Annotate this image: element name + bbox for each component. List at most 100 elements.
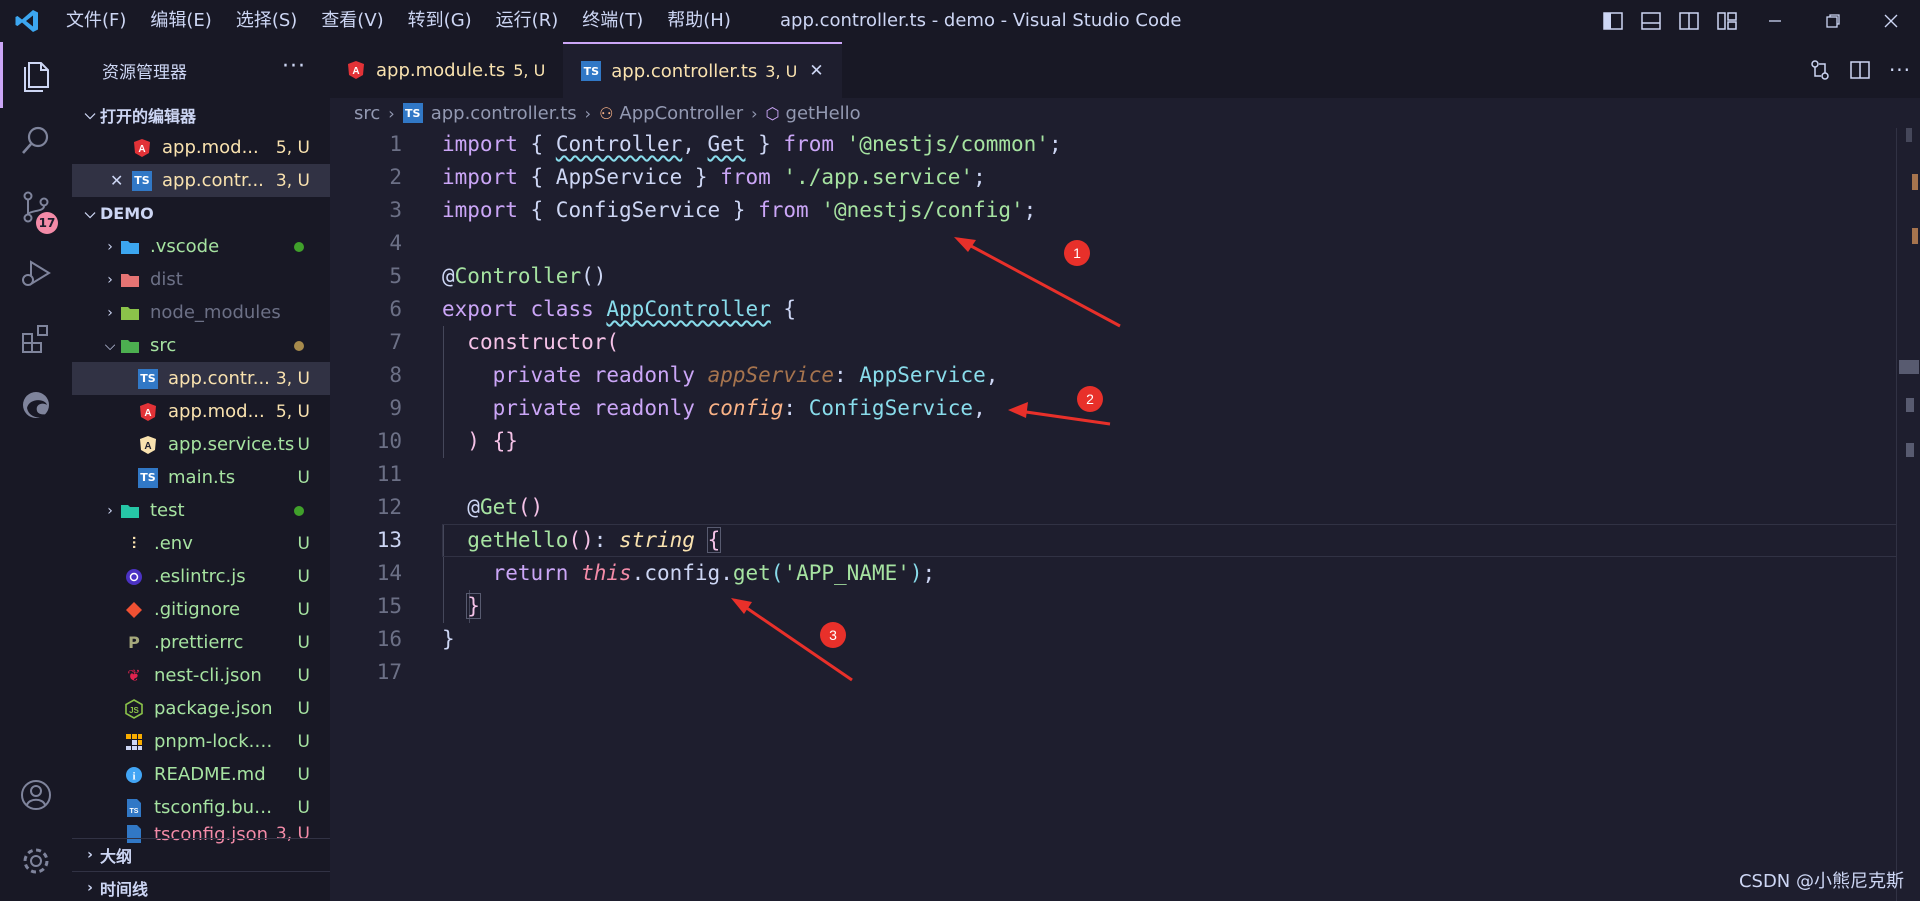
explorer-header: 资源管理器 ···	[72, 42, 330, 98]
tree-file-app-module[interactable]: A app.mod... 5, U	[72, 395, 330, 428]
breadcrumb-src[interactable]: src	[354, 103, 380, 124]
menu-run[interactable]: 运行(R)	[484, 0, 571, 42]
close-window-icon[interactable]	[1862, 0, 1920, 42]
file-status: U	[297, 533, 310, 554]
tree-file-app-service[interactable]: A app.service.ts U	[72, 428, 330, 461]
breadcrumb-file[interactable]: TS app.controller.ts	[402, 103, 577, 124]
split-editor-icon[interactable]	[1840, 42, 1880, 98]
project-section[interactable]: ⌵ DEMO	[72, 197, 330, 230]
test-folder-icon	[120, 501, 140, 521]
scrollbar-marker	[1912, 174, 1918, 190]
tree-folder-dist[interactable]: › dist	[72, 263, 330, 296]
chevron-right-icon: ›	[388, 103, 395, 123]
toggle-panel-icon[interactable]	[1632, 0, 1670, 42]
open-editor-item[interactable]: A app.mod... 5, U	[72, 131, 330, 164]
open-editors-section[interactable]: ⌵ 打开的编辑器	[72, 98, 330, 131]
chevron-down-icon: ⌵	[84, 205, 96, 222]
extensions-icon[interactable]	[0, 306, 72, 372]
nest-file-icon: ❦	[127, 666, 141, 685]
menu-help[interactable]: 帮助(H)	[655, 0, 743, 42]
tree-folder-vscode[interactable]: › .vscode	[72, 230, 330, 263]
menu-go[interactable]: 转到(G)	[396, 0, 484, 42]
code-line: 2 import { AppService } from './app.servi…	[330, 161, 1920, 194]
tab-app-controller[interactable]: TS app.controller.ts 3, U ✕	[563, 42, 842, 98]
search-icon[interactable]	[0, 108, 72, 174]
tree-file-prettierrc[interactable]: P .prettierrc U	[72, 626, 330, 659]
explorer-icon[interactable]	[0, 42, 72, 108]
menu-edit[interactable]: 编辑(E)	[138, 0, 223, 42]
git-file-icon	[124, 600, 144, 620]
tree-file-readme[interactable]: i README.md U	[72, 758, 330, 791]
editor-scrollbar[interactable]	[1896, 128, 1920, 901]
typescript-file-icon: TS	[402, 103, 423, 123]
line-number: 10	[376, 429, 402, 453]
tree-file-env[interactable]: ⫶ .env U	[72, 527, 330, 560]
breadcrumb-class-label: AppController	[619, 102, 744, 124]
tree-file-app-controller[interactable]: TS app.contr... 3, U	[72, 362, 330, 395]
account-icon[interactable]	[0, 762, 72, 828]
scm-count-badge: 17	[36, 212, 58, 234]
minimize-icon[interactable]	[1746, 0, 1804, 42]
tree-file-main[interactable]: TS main.ts U	[72, 461, 330, 494]
restore-icon[interactable]	[1804, 0, 1862, 42]
svg-text:A: A	[138, 144, 145, 155]
src-folder-icon	[120, 336, 140, 356]
breadcrumb-class[interactable]: ⚇ AppController	[599, 103, 743, 124]
source-control-icon[interactable]: 17	[0, 174, 72, 240]
toggle-secondary-sidebar-icon[interactable]	[1670, 0, 1708, 42]
code-line: 15 }	[330, 590, 1920, 623]
breadcrumb-method[interactable]: ⬡ getHello	[766, 103, 861, 124]
line-number: 4	[389, 231, 402, 255]
run-debug-icon[interactable]	[0, 240, 72, 306]
dist-folder-icon	[120, 270, 140, 290]
settings-gear-icon[interactable]	[0, 828, 72, 894]
outline-section[interactable]: › 大纲	[72, 838, 330, 871]
edge-icon[interactable]	[0, 372, 72, 438]
svg-text:TS: TS	[130, 808, 139, 815]
file-status: 3, U	[275, 368, 310, 389]
chevron-right-icon: ›	[87, 880, 93, 896]
timeline-label: 时间线	[100, 880, 149, 899]
chevron-right-icon: ›	[107, 238, 113, 255]
toggle-primary-sidebar-icon[interactable]	[1594, 0, 1632, 42]
more-actions-icon[interactable]: ···	[1880, 42, 1920, 98]
menu-view[interactable]: 查看(V)	[309, 0, 395, 42]
tab-app-module[interactable]: A app.module.ts 5, U	[330, 42, 563, 98]
tree-file-gitignore[interactable]: .gitignore U	[72, 593, 330, 626]
more-actions-icon[interactable]: ···	[282, 54, 306, 79]
title-bar: 文件(F) 编辑(E) 选择(S) 查看(V) 转到(G) 运行(R) 终端(T…	[0, 0, 1920, 42]
scrollbar-marker	[1912, 228, 1918, 244]
tree-file-tsconfig-build[interactable]: TS tsconfig.buil... U	[72, 791, 330, 824]
chevron-right-icon: ›	[751, 103, 758, 123]
tree-folder-node-modules[interactable]: › node_modules	[72, 296, 330, 329]
tree-file-package-json[interactable]: JS package.json U	[72, 692, 330, 725]
angular-file-icon: A	[132, 138, 152, 158]
eslint-file-icon	[124, 567, 144, 587]
menu-selection[interactable]: 选择(S)	[224, 0, 309, 42]
annotation-marker-1: 1	[1064, 240, 1090, 266]
close-tab-icon[interactable]: ✕	[809, 61, 823, 81]
file-status: 5, U	[275, 401, 310, 422]
annotation-marker-3: 3	[820, 622, 846, 648]
menu-terminal[interactable]: 终端(T)	[570, 0, 655, 42]
open-editor-item-active[interactable]: ✕ TS app.contr... 3, U	[72, 164, 330, 197]
code-line: 8 private readonly appService: AppServic…	[330, 359, 1920, 392]
line-number: 6	[389, 297, 402, 321]
tree-file-eslintrc[interactable]: .eslintrc.js U	[72, 560, 330, 593]
close-icon[interactable]: ✕	[110, 171, 132, 190]
timeline-section[interactable]: › 时间线	[72, 871, 330, 901]
tree-folder-src[interactable]: ⌵ src	[72, 329, 330, 362]
menu-file[interactable]: 文件(F)	[54, 0, 138, 42]
line-number: 12	[376, 495, 402, 519]
annotation-marker-2: 2	[1077, 386, 1103, 412]
tree-file-nest-cli[interactable]: ❦ nest-cli.json U	[72, 659, 330, 692]
svg-text:A: A	[144, 408, 151, 419]
tree-folder-test[interactable]: › test	[72, 494, 330, 527]
file-name: src	[150, 335, 177, 356]
tree-file-pnpm-lock[interactable]: pnpm-lock.y... U	[72, 725, 330, 758]
code-editor[interactable]: 1 import { Controller, Get } from '@nestj…	[330, 128, 1920, 901]
open-changes-icon[interactable]	[1800, 42, 1840, 98]
file-name: app.mod...	[168, 401, 265, 422]
code-line: 17	[330, 656, 1920, 689]
customize-layout-icon[interactable]	[1708, 0, 1746, 42]
